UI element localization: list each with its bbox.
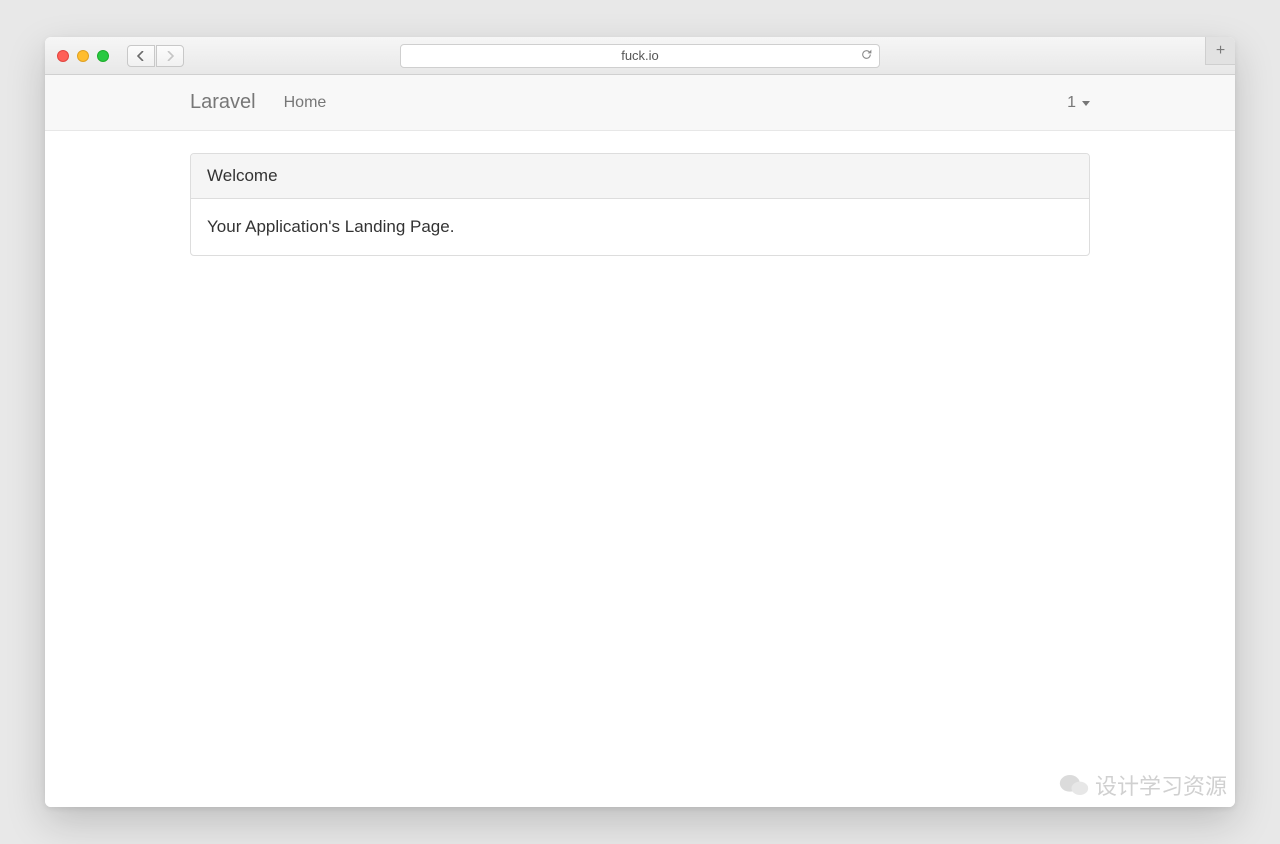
forward-button[interactable]: [156, 45, 184, 67]
welcome-panel: Welcome Your Application's Landing Page.: [190, 153, 1090, 256]
brand-link[interactable]: Laravel: [190, 91, 256, 114]
browser-window: fuck.io + Laravel Home 1 Welc: [45, 37, 1235, 807]
plus-icon: +: [1216, 42, 1225, 60]
user-dropdown[interactable]: 1: [1067, 94, 1090, 112]
minimize-window-button[interactable]: [77, 50, 89, 62]
content-container: Welcome Your Application's Landing Page.: [190, 153, 1090, 256]
caret-down-icon: [1082, 101, 1090, 106]
back-button[interactable]: [127, 45, 155, 67]
reload-icon: [860, 48, 873, 61]
address-bar-url: fuck.io: [621, 48, 659, 63]
fullscreen-window-button[interactable]: [97, 50, 109, 62]
nav-home-link[interactable]: Home: [284, 94, 327, 112]
app-navbar: Laravel Home 1: [45, 75, 1235, 131]
chevron-left-icon: [137, 51, 145, 61]
navbar-container: Laravel Home 1: [190, 91, 1090, 114]
nav-buttons: [127, 45, 184, 67]
close-window-button[interactable]: [57, 50, 69, 62]
page-content: Welcome Your Application's Landing Page.: [45, 131, 1235, 278]
page-viewport: Laravel Home 1 Welcome Your Application'…: [45, 75, 1235, 807]
address-bar[interactable]: fuck.io: [400, 44, 880, 68]
user-dropdown-label: 1: [1067, 94, 1076, 112]
titlebar: fuck.io +: [45, 37, 1235, 75]
window-controls: [57, 50, 109, 62]
chevron-right-icon: [166, 51, 174, 61]
panel-body: Your Application's Landing Page.: [191, 199, 1089, 255]
reload-button[interactable]: [860, 48, 873, 64]
new-tab-button[interactable]: +: [1205, 37, 1235, 65]
panel-heading: Welcome: [191, 154, 1089, 199]
